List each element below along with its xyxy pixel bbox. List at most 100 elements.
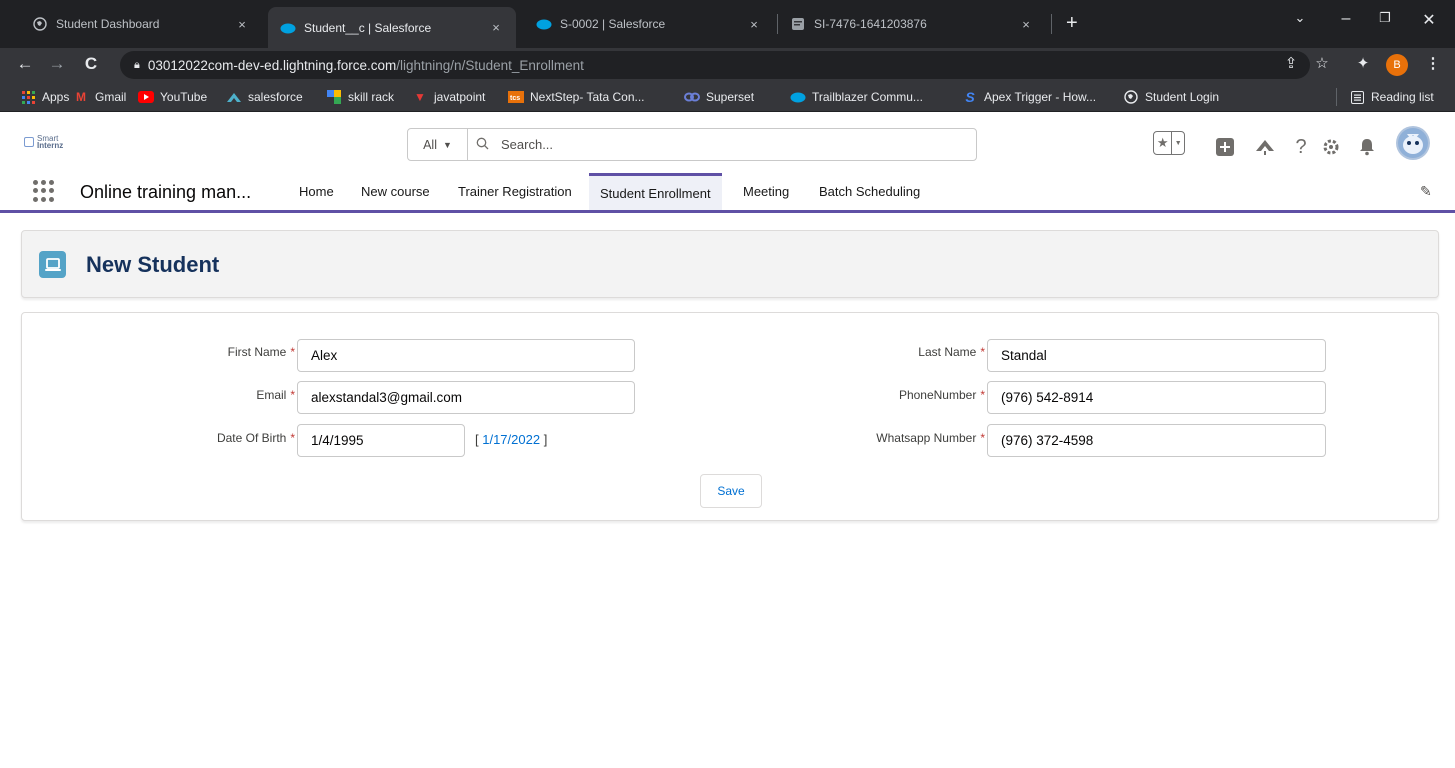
reload-icon[interactable]: C: [80, 54, 102, 74]
edit-nav-pencil-icon[interactable]: ✎: [1420, 183, 1432, 200]
bookmark-skill-rack[interactable]: skill rack: [326, 89, 394, 105]
search-input[interactable]: Search...: [468, 129, 976, 160]
bookmark-nextstep[interactable]: tcs NextStep- Tata Con...: [508, 89, 645, 105]
email-input[interactable]: alexstandal3@gmail.com: [297, 381, 635, 414]
tab-si-7476[interactable]: SI-7476-1641203876 ×: [778, 7, 1046, 41]
date-of-birth-input[interactable]: 1/4/1995: [297, 424, 465, 457]
reading-list-icon: [1349, 89, 1365, 105]
forward-icon[interactable]: →: [46, 54, 68, 74]
bookmark-apex-trigger[interactable]: S Apex Trigger - How...: [962, 89, 1096, 105]
reading-list-button[interactable]: Reading list: [1349, 89, 1434, 105]
org-logo[interactable]: Smart Internz: [24, 135, 63, 150]
restore-icon[interactable]: ❐: [1370, 10, 1400, 26]
logo-mark-icon: [24, 137, 34, 147]
globe-icon: [32, 16, 48, 32]
window-close-icon[interactable]: ✕: [1414, 10, 1444, 30]
nav-item-student-enrollment[interactable]: Student Enrollment: [589, 173, 722, 210]
tab-s-0002-salesforce[interactable]: S-0002 | Salesforce ×: [524, 7, 774, 41]
search-scope-label: All: [423, 137, 437, 152]
globe-icon: [1123, 89, 1139, 105]
tcs-icon: tcs: [508, 89, 524, 105]
today-date-link[interactable]: 1/17/2022: [482, 432, 540, 447]
page-title: New Student: [86, 252, 220, 277]
menu-icon[interactable]: ⋮: [1422, 54, 1444, 72]
tab-student-c-salesforce[interactable]: Student__c | Salesforce ×: [268, 7, 516, 48]
required-marker: *: [980, 388, 985, 402]
whatsapp-number-label: Whatsapp Number *: [876, 431, 985, 445]
salesforce-cloud-icon: [536, 16, 552, 32]
close-icon[interactable]: ×: [234, 17, 250, 32]
new-student-form: First Name * Alex Last Name * Standal Emai…: [21, 312, 1439, 521]
save-button[interactable]: Save: [700, 474, 762, 508]
bookmark-gmail[interactable]: M Gmail: [73, 89, 126, 105]
today-date-shortcut: [ 1/17/2022 ]: [475, 432, 547, 447]
url-host: 03012022com-dev-ed.lightning.force.com: [147, 57, 397, 73]
field-label-text: Date Of Birth: [216, 431, 287, 445]
trailhead-icon[interactable]: [1254, 136, 1276, 158]
close-icon[interactable]: ×: [488, 20, 504, 35]
first-name-input[interactable]: Alex: [297, 339, 635, 372]
nav-item-trainer-registration[interactable]: Trainer Registration: [447, 173, 583, 210]
bookmark-label: Apps: [42, 90, 70, 104]
gear-icon[interactable]: [1320, 136, 1342, 158]
bookmark-youtube[interactable]: YouTube: [138, 89, 207, 105]
tab-title: Student__c | Salesforce: [304, 20, 432, 35]
nav-item-meeting[interactable]: Meeting: [732, 173, 800, 210]
svg-text:tcs: tcs: [510, 95, 520, 102]
bookmark-javatpoint[interactable]: ▼ javatpoint: [412, 89, 485, 105]
bookmark-label: NextStep- Tata Con...: [530, 90, 645, 104]
apex-s-icon: S: [965, 89, 975, 105]
search-placeholder: Search...: [501, 137, 554, 152]
back-icon[interactable]: ←: [14, 54, 36, 74]
bookmark-salesforce[interactable]: salesforce: [226, 89, 303, 105]
javatpoint-icon: ▼: [414, 90, 426, 104]
search-scope-dropdown[interactable]: All ▼: [408, 129, 468, 160]
bookmark-label: Reading list: [1371, 90, 1434, 104]
app-navigation-bar: Online training man... Home New course T…: [0, 173, 1455, 213]
field-label-text: Email: [256, 388, 287, 402]
profile-avatar[interactable]: B: [1386, 54, 1408, 76]
phone-number-label: PhoneNumber *: [899, 388, 985, 402]
required-marker: *: [290, 345, 295, 359]
trailhead-icon: [226, 89, 242, 105]
bookmark-superset[interactable]: Superset: [684, 89, 754, 105]
date-of-birth-label: Date Of Birth *: [217, 431, 295, 445]
gmail-icon: M: [76, 90, 86, 104]
tab-search-icon[interactable]: ⌄: [1285, 10, 1315, 26]
field-label-text: Last Name: [918, 345, 977, 359]
field-label-text: First Name: [227, 345, 287, 359]
user-avatar[interactable]: [1396, 126, 1430, 160]
search-icon: [476, 137, 489, 153]
favorites-button[interactable]: ★ ▼: [1153, 131, 1185, 155]
nav-item-batch-scheduling[interactable]: Batch Scheduling: [808, 173, 931, 210]
bookmark-apps[interactable]: Apps: [20, 89, 69, 105]
share-icon[interactable]: ⇪: [1280, 54, 1302, 72]
notification-bell-icon[interactable]: [1356, 136, 1378, 158]
email-label: Email *: [256, 388, 295, 402]
bookmark-star-icon[interactable]: ☆: [1311, 54, 1333, 72]
address-bar[interactable]: 🔒︎ 03012022com-dev-ed.lightning.force.co…: [120, 51, 1310, 79]
tab-divider: [1051, 14, 1052, 34]
global-search: All ▼ Search...: [407, 128, 977, 161]
bookmark-student-login[interactable]: Student Login: [1123, 89, 1219, 105]
help-icon[interactable]: ?: [1290, 136, 1312, 158]
required-marker: *: [290, 388, 295, 402]
bookmark-label: YouTube: [160, 90, 208, 104]
bookmark-trailblazer[interactable]: Trailblazer Commu...: [790, 89, 923, 105]
nav-item-new-course[interactable]: New course: [350, 173, 441, 210]
new-tab-button[interactable]: +: [1066, 12, 1078, 34]
close-icon[interactable]: ×: [746, 17, 762, 32]
minimize-icon[interactable]: –: [1331, 10, 1361, 28]
required-marker: *: [980, 431, 985, 445]
app-launcher-icon[interactable]: [33, 180, 55, 202]
tab-student-dashboard[interactable]: Student Dashboard ×: [20, 7, 262, 41]
last-name-input[interactable]: Standal: [987, 339, 1326, 372]
global-actions-icon[interactable]: [1214, 136, 1236, 158]
whatsapp-number-input[interactable]: (976) 372-4598: [987, 424, 1326, 457]
close-icon[interactable]: ×: [1018, 17, 1034, 32]
phone-number-input[interactable]: (976) 542-8914: [987, 381, 1326, 414]
extensions-icon[interactable]: ✦: [1352, 54, 1374, 72]
superset-icon: [684, 89, 700, 105]
nav-item-home[interactable]: Home: [288, 173, 345, 210]
tab-title: SI-7476-1641203876: [814, 17, 927, 31]
